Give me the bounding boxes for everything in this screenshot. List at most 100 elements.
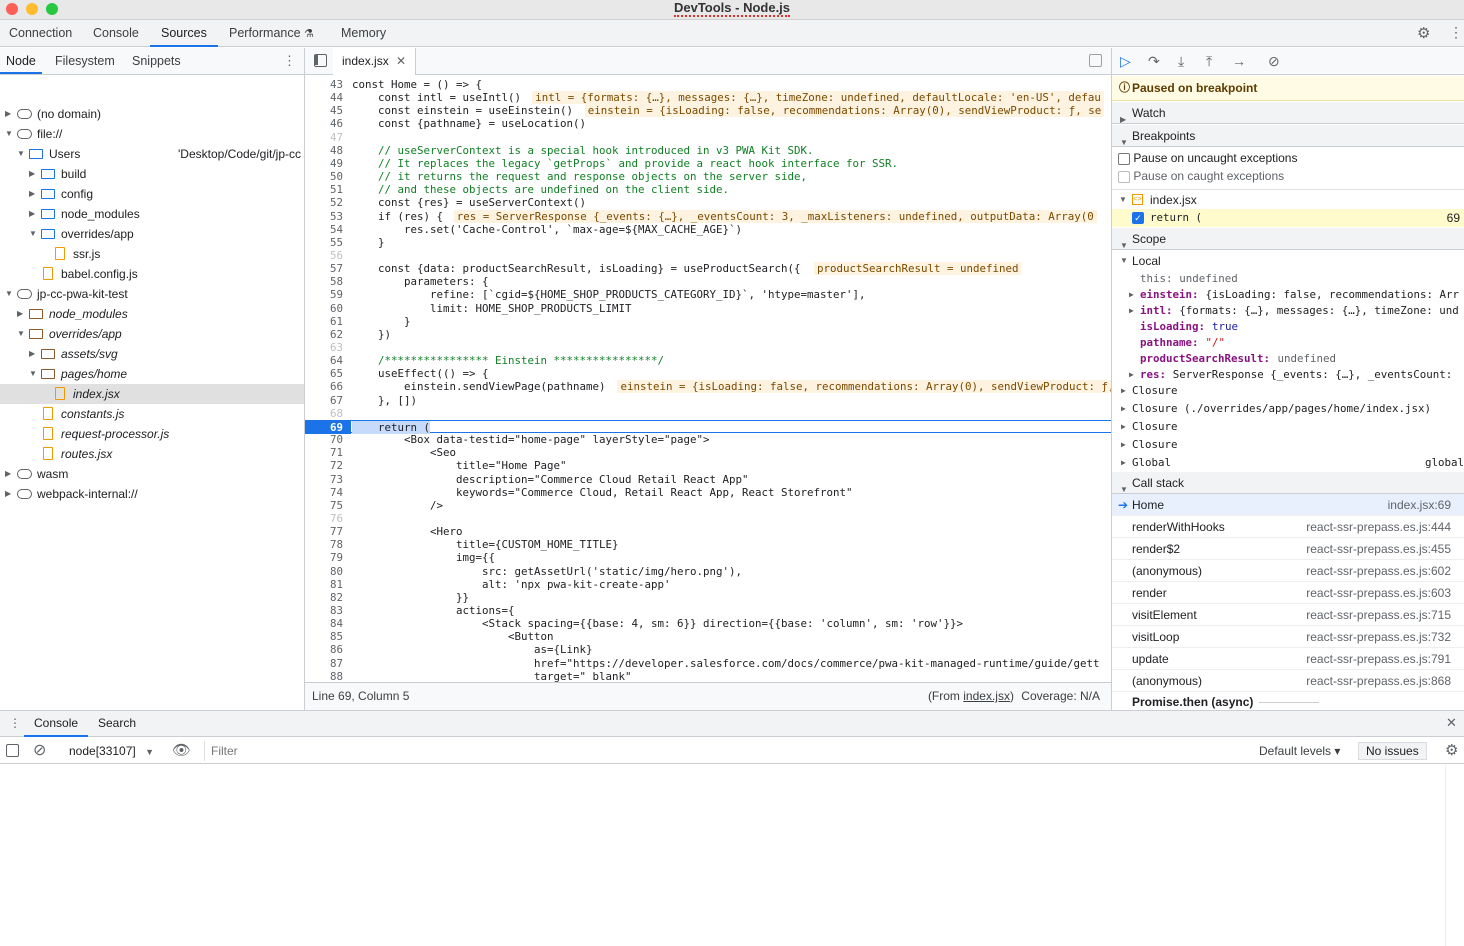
tab-memory[interactable]: Memory xyxy=(341,20,386,47)
call-frame-location[interactable]: react-ssr-prepass.es.js:732 xyxy=(1306,626,1451,648)
drawer-tab-search[interactable]: Search xyxy=(98,711,136,736)
scope-local[interactable]: ▼ Local xyxy=(1112,252,1464,270)
code-line[interactable]: 83 actions={ xyxy=(305,604,1111,617)
eye-icon[interactable]: 👁 xyxy=(172,741,191,759)
breakpoint-item[interactable]: ✓ return ( 69 xyxy=(1112,209,1464,227)
line-number[interactable]: 43 xyxy=(305,78,343,91)
line-number[interactable]: 83 xyxy=(305,604,343,617)
code-line[interactable]: 63 xyxy=(305,341,1111,354)
code-line[interactable]: 52 const {res} = useServerContext() xyxy=(305,196,1111,209)
issues-button[interactable]: No issues xyxy=(1358,742,1427,760)
line-number[interactable]: 48 xyxy=(305,144,343,157)
line-number[interactable]: 70 xyxy=(305,433,343,446)
line-number[interactable]: 52 xyxy=(305,196,343,209)
tree-item-node-modules-2[interactable]: ▶ node_modules xyxy=(0,304,304,324)
line-number[interactable]: 59 xyxy=(305,288,343,301)
tree-item-overrides-app-2[interactable]: ▼ overrides/app xyxy=(0,324,304,344)
code-line[interactable]: 80 src: getAssetUrl('static/img/hero.png… xyxy=(305,565,1111,578)
tree-item-node-modules[interactable]: ▶ node_modules xyxy=(0,204,304,224)
line-number[interactable]: 84 xyxy=(305,617,343,630)
line-number[interactable]: 86 xyxy=(305,643,343,656)
tree-item-config[interactable]: ▶ config xyxy=(0,184,304,204)
line-number[interactable]: 46 xyxy=(305,117,343,130)
call-frame[interactable]: visitElement react-ssr-prepass.es.js:715 xyxy=(1112,604,1464,626)
line-number[interactable]: 79 xyxy=(305,551,343,564)
console-output[interactable] xyxy=(0,765,1446,946)
code-line[interactable]: 54 res.set('Cache-Control', `max-age=${M… xyxy=(305,223,1111,236)
code-line[interactable]: 74 keywords="Commerce Cloud, Retail Reac… xyxy=(305,486,1111,499)
tree-item-babel-config[interactable]: babel.config.js xyxy=(0,264,304,284)
call-frame-location[interactable]: react-ssr-prepass.es.js:602 xyxy=(1306,560,1451,582)
code-line[interactable]: 81 alt: 'npx pwa-kit-create-app' xyxy=(305,578,1111,591)
step-over-icon[interactable]: ↷ xyxy=(1148,53,1160,70)
code-line[interactable]: 71 <Seo xyxy=(305,446,1111,459)
console-filter-input[interactable] xyxy=(204,741,1250,761)
code-line[interactable]: 76 xyxy=(305,512,1111,525)
context-selector[interactable]: node[33107] ▼ xyxy=(69,738,154,765)
tree-item-ssr-js[interactable]: ssr.js xyxy=(0,244,304,264)
pause-caught-checkbox[interactable] xyxy=(1118,170,1130,183)
call-frame[interactable]: visitLoop react-ssr-prepass.es.js:732 xyxy=(1112,626,1464,648)
line-number[interactable]: 45 xyxy=(305,104,343,117)
more-options-icon[interactable]: ⋮ xyxy=(1449,24,1463,41)
line-number[interactable]: 47 xyxy=(305,131,343,144)
editor-tab-index-jsx[interactable]: index.jsx ✕ xyxy=(333,48,417,75)
call-frame-location[interactable]: react-ssr-prepass.es.js:868 xyxy=(1306,670,1451,692)
line-number[interactable]: 78 xyxy=(305,538,343,551)
line-number[interactable]: 68 xyxy=(305,407,343,420)
code-line[interactable]: 57 const {data: productSearchResult, isL… xyxy=(305,262,1111,276)
code-line[interactable]: 55 } xyxy=(305,236,1111,249)
tab-snippets[interactable]: Snippets xyxy=(132,48,181,74)
scope-section-header[interactable]: ▼ Scope xyxy=(1112,228,1464,250)
drawer-tab-console[interactable]: Console xyxy=(24,711,89,737)
call-frame-location[interactable]: react-ssr-prepass.es.js:603 xyxy=(1306,582,1451,604)
code-line[interactable]: 65 useEffect(() => { xyxy=(305,367,1111,380)
call-frame-location[interactable]: react-ssr-prepass.es.js:444 xyxy=(1306,516,1451,538)
code-line[interactable]: 51 // and these objects are undefined on… xyxy=(305,183,1111,196)
line-number[interactable]: 60 xyxy=(305,302,343,315)
tree-item-build[interactable]: ▶ build xyxy=(0,164,304,184)
code-line[interactable]: 60 limit: HOME_SHOP_PRODUCTS_LIMIT xyxy=(305,302,1111,315)
line-number[interactable]: 81 xyxy=(305,578,343,591)
line-number[interactable]: 53 xyxy=(305,210,343,223)
line-number[interactable]: 76 xyxy=(305,512,343,525)
scope-closure[interactable]: ▶ Closure (./overrides/app/pages/home/ind… xyxy=(1112,400,1464,418)
line-number[interactable]: 63 xyxy=(305,341,343,354)
tab-performance[interactable]: Performance ⚗ xyxy=(229,20,314,47)
toggle-debugger-icon[interactable] xyxy=(1089,54,1102,67)
pause-uncaught-checkbox[interactable] xyxy=(1118,152,1130,165)
watch-section-header[interactable]: ▶ Watch xyxy=(1112,102,1464,124)
line-number[interactable]: 64 xyxy=(305,354,343,367)
code-line[interactable]: 87 href="https://developer.salesforce.co… xyxy=(305,657,1111,670)
code-line[interactable]: 61 } xyxy=(305,315,1111,328)
tab-filesystem[interactable]: Filesystem xyxy=(55,48,115,74)
navigator-more-icon[interactable]: ⋮ xyxy=(283,53,296,69)
step-icon[interactable]: → xyxy=(1232,53,1246,69)
line-number[interactable]: 62 xyxy=(305,328,343,341)
code-line[interactable]: 72 title="Home Page" xyxy=(305,459,1111,472)
code-line[interactable]: 45 const einstein = useEinstein() einstei… xyxy=(305,104,1111,118)
line-number[interactable]: 75 xyxy=(305,499,343,512)
deactivate-breakpoints-icon[interactable]: ⊘ xyxy=(1268,53,1280,70)
scope-global[interactable]: ▶ Global global xyxy=(1112,454,1464,472)
line-number[interactable]: 50 xyxy=(305,170,343,183)
line-number[interactable]: 44 xyxy=(305,91,343,104)
call-frame[interactable]: update react-ssr-prepass.es.js:791 xyxy=(1112,648,1464,670)
code-line[interactable]: 59 refine: [`cgid=${HOME_SHOP_PRODUCTS_C… xyxy=(305,288,1111,301)
line-number[interactable]: 65 xyxy=(305,367,343,380)
line-number[interactable]: 88 xyxy=(305,670,343,682)
close-tab-icon[interactable]: ✕ xyxy=(396,54,406,68)
code-line[interactable]: 66 einstein.sendViewPage(pathname) einste… xyxy=(305,380,1111,394)
code-line[interactable]: 88 target="_blank" xyxy=(305,670,1111,682)
tree-item-users[interactable]: ▼ Users 'Desktop/Code/git/jp-cc xyxy=(0,144,304,164)
code-line[interactable]: 75 /> xyxy=(305,499,1111,512)
line-number[interactable]: 87 xyxy=(305,657,343,670)
line-number[interactable]: 54 xyxy=(305,223,343,236)
log-levels-dropdown[interactable]: Default levels ▾ xyxy=(1259,738,1340,764)
line-number[interactable]: 72 xyxy=(305,459,343,472)
sidebar-toggle-icon[interactable] xyxy=(6,744,19,757)
code-line[interactable]: 62 }) xyxy=(305,328,1111,341)
line-number[interactable]: 82 xyxy=(305,591,343,604)
tree-item-index-jsx[interactable]: index.jsx xyxy=(0,384,304,404)
code-line[interactable]: 49 // It replaces the legacy `getProps` … xyxy=(305,157,1111,170)
